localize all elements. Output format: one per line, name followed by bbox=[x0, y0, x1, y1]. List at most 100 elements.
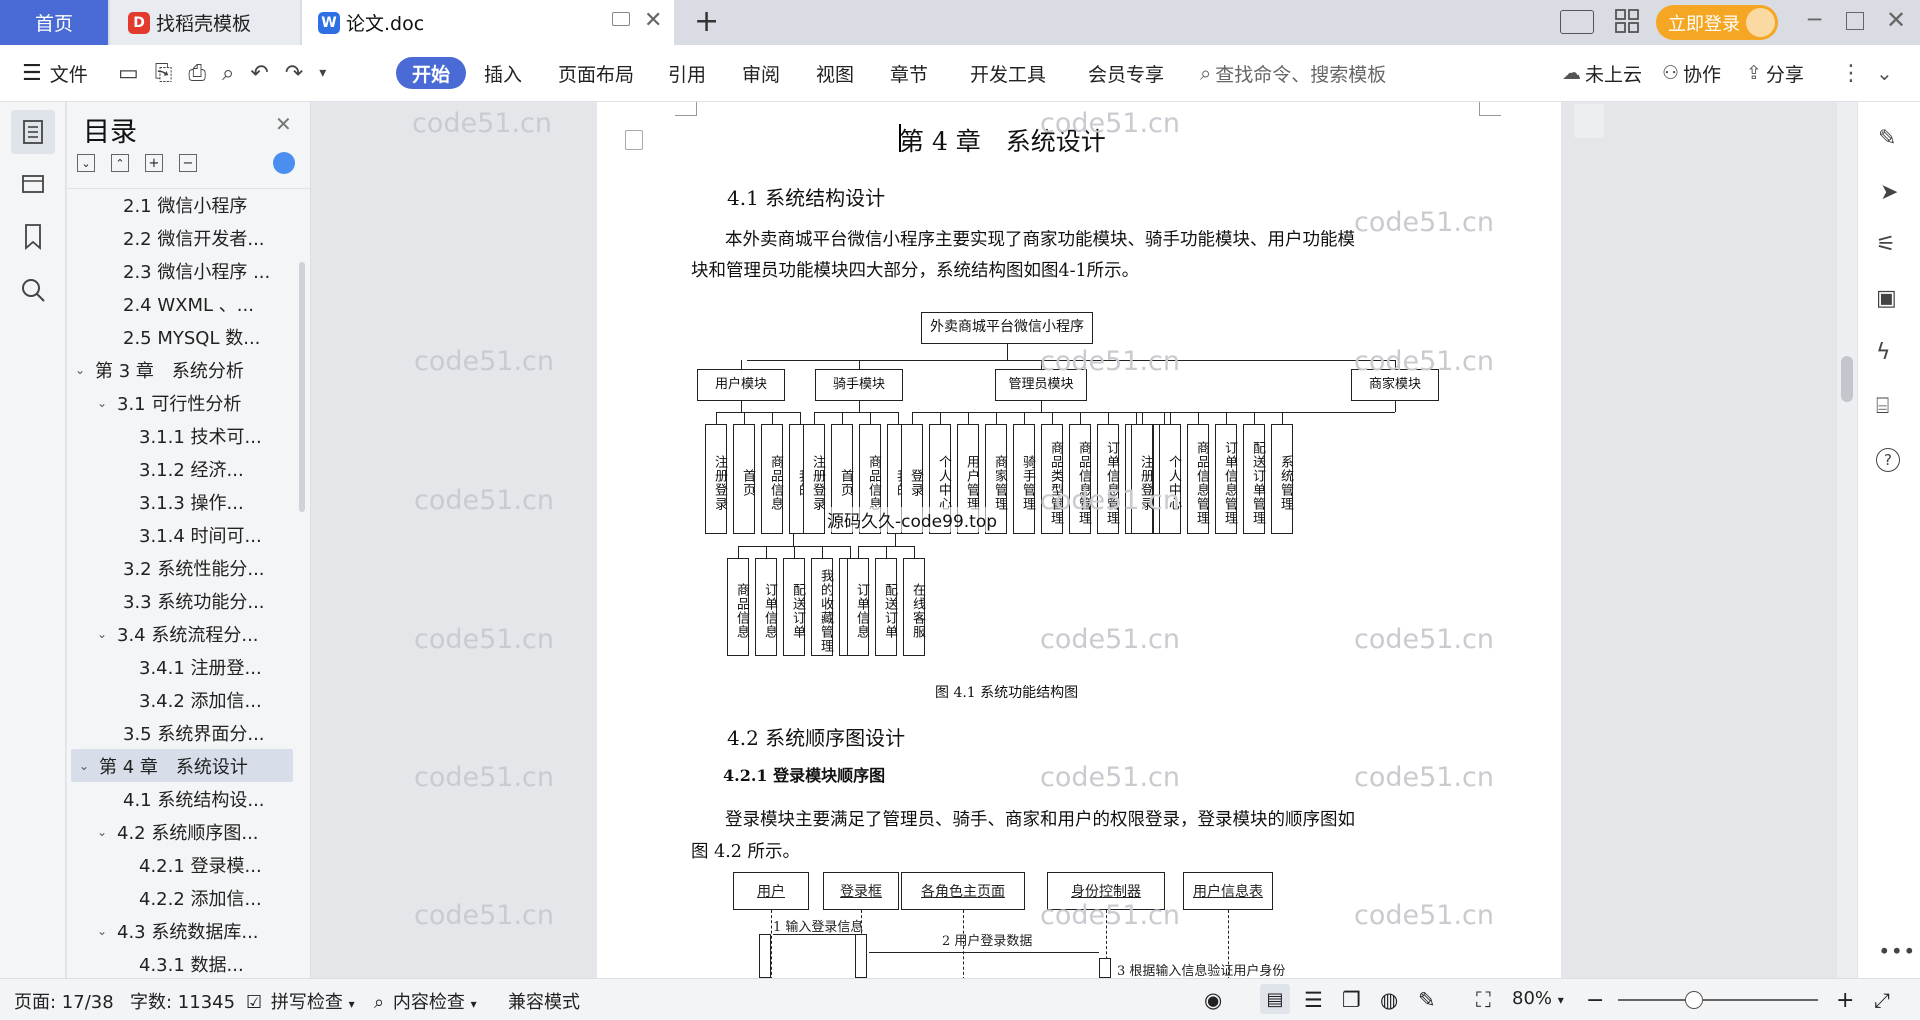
lightning-icon[interactable]: ϟ bbox=[1876, 340, 1891, 365]
page-view-icon[interactable]: ▤ bbox=[1260, 984, 1290, 1014]
tab-home[interactable]: 首页 bbox=[0, 0, 108, 45]
fullscreen-icon[interactable]: ⤢ bbox=[1874, 988, 1890, 1012]
tab-template[interactable]: D 找稻壳模板 bbox=[110, 0, 300, 45]
scrollbar-thumb[interactable] bbox=[1841, 356, 1853, 402]
outline-item[interactable]: 4.3.1 数据... bbox=[67, 947, 285, 978]
file-menu-button[interactable]: ☰ 文件 bbox=[22, 57, 88, 89]
outline-item[interactable]: 3.4.1 注册登... bbox=[67, 650, 285, 683]
spell-check-button[interactable]: ☑ 拼写检查 ▾ bbox=[246, 988, 355, 1014]
outline-item[interactable]: 3.1.3 操作... bbox=[67, 485, 285, 518]
help-icon[interactable]: ? bbox=[1876, 448, 1900, 472]
chapter-nav-icon[interactable] bbox=[17, 167, 49, 199]
zoom-in-icon[interactable]: + bbox=[1836, 988, 1854, 1013]
outline-item[interactable]: 4.1 系统结构设... bbox=[67, 782, 285, 815]
demote-icon[interactable]: − bbox=[179, 154, 197, 172]
collapse-all-icon[interactable]: ⌄ bbox=[77, 154, 95, 172]
chevron-down-icon[interactable]: ⌄ bbox=[97, 396, 111, 410]
outline-item[interactable]: 4.2.2 添加信... bbox=[67, 881, 285, 914]
tab-layout[interactable]: 页面布局 bbox=[558, 57, 634, 89]
collab-button[interactable]: ⚇ 协作 bbox=[1662, 57, 1721, 89]
outline-item[interactable]: 2.5 MYSQL 数... bbox=[67, 320, 285, 353]
page-indicator[interactable]: 页面: 17/38 bbox=[14, 988, 114, 1014]
vertical-scrollbar[interactable] bbox=[1837, 102, 1857, 978]
eye-protect-icon[interactable]: ◉ bbox=[1204, 988, 1222, 1012]
tab-insert[interactable]: 插入 bbox=[484, 57, 522, 89]
layout-icon[interactable] bbox=[1560, 10, 1594, 34]
cloud-status-button[interactable]: ☁ 未上云 bbox=[1562, 57, 1642, 89]
zoom-out-icon[interactable]: − bbox=[1586, 988, 1604, 1013]
more-options-icon[interactable]: ⋮ bbox=[1840, 57, 1862, 89]
tab-view[interactable]: 视图 bbox=[816, 57, 854, 89]
outline-item[interactable]: 4.2.1 登录模... bbox=[67, 848, 285, 881]
minimize-icon[interactable]: ─ bbox=[1808, 8, 1821, 33]
print-icon[interactable]: ⎙ bbox=[188, 61, 206, 86]
tab-review[interactable]: 审阅 bbox=[742, 57, 780, 89]
outline-item[interactable]: 3.5 系统界面分... bbox=[67, 716, 285, 749]
expand-up-icon[interactable]: ⌃ bbox=[111, 154, 129, 172]
outline-item[interactable]: 3.2 系统性能分... bbox=[67, 551, 285, 584]
word-count[interactable]: 字数: 11345 bbox=[130, 988, 235, 1014]
outline-item[interactable]: 3.1.2 经济... bbox=[67, 452, 285, 485]
save-icon[interactable]: ▭ bbox=[118, 61, 139, 86]
tab-reference[interactable]: 引用 bbox=[668, 57, 706, 89]
outline-item[interactable]: ⌄ 3.4 系统流程分... bbox=[67, 617, 285, 650]
outline-item[interactable]: 2.1 微信小程序 bbox=[67, 188, 285, 221]
print-preview-icon[interactable]: ⌕ bbox=[222, 61, 234, 86]
more-dropdown-icon[interactable]: ▾ bbox=[319, 65, 326, 81]
close-window-icon[interactable]: ✕ bbox=[1886, 6, 1906, 34]
share-button[interactable]: ⇪ 分享 bbox=[1746, 57, 1804, 89]
web-view-icon[interactable]: ◍ bbox=[1380, 988, 1398, 1012]
new-tab-button[interactable]: + bbox=[694, 4, 719, 39]
pointer-icon[interactable]: ➤ bbox=[1880, 180, 1898, 205]
tab-chapter[interactable]: 章节 bbox=[890, 57, 928, 89]
tab-devtools[interactable]: 开发工具 bbox=[970, 57, 1046, 89]
page-tools-icon[interactable] bbox=[1574, 104, 1604, 138]
bookmark-icon[interactable] bbox=[17, 220, 49, 252]
monitor-icon[interactable] bbox=[612, 12, 630, 26]
outline-item[interactable]: ⌄ 第 4 章 系统设计 bbox=[71, 749, 293, 782]
chevron-down-icon[interactable]: ⌄ bbox=[97, 825, 111, 839]
find-icon[interactable] bbox=[17, 274, 49, 306]
more-horizontal-icon[interactable]: ∙∙∙ bbox=[1878, 938, 1916, 962]
content-check-button[interactable]: ⌕ 内容检查 ▾ bbox=[374, 988, 477, 1014]
fit-page-icon[interactable]: ⛶ bbox=[1476, 988, 1491, 1013]
chevron-down-icon[interactable]: ⌄ bbox=[97, 924, 111, 938]
outline-item[interactable]: ⌄ 4.3 系统数据库... bbox=[67, 914, 285, 947]
outline-item[interactable]: ⌄ 第 3 章 系统分析 bbox=[67, 353, 285, 386]
undo-icon[interactable]: ↶ bbox=[250, 61, 268, 86]
outline-item[interactable]: 3.1.4 时间可... bbox=[67, 518, 285, 551]
close-outline-icon[interactable]: ✕ bbox=[275, 112, 292, 136]
collapse-ribbon-icon[interactable]: ⌄ bbox=[1876, 57, 1893, 89]
chevron-down-icon[interactable]: ⌄ bbox=[75, 363, 89, 377]
chevron-down-icon[interactable]: ⌄ bbox=[79, 759, 93, 773]
redo-icon[interactable]: ↷ bbox=[285, 61, 303, 86]
assistant-icon[interactable] bbox=[273, 152, 295, 174]
outline-panel-button[interactable] bbox=[11, 110, 55, 154]
promote-icon[interactable]: + bbox=[145, 154, 163, 172]
zoom-level[interactable]: 80% ▾ bbox=[1512, 988, 1564, 1009]
grid-apps-icon[interactable] bbox=[1615, 9, 1639, 33]
zoom-slider-track[interactable] bbox=[1618, 999, 1818, 1001]
outline-item[interactable]: 2.4 WXML 、... bbox=[67, 287, 285, 320]
book-search-icon[interactable]: ⌸ bbox=[1876, 394, 1889, 419]
outline-item[interactable]: ⌄ 4.2 系统顺序图... bbox=[67, 815, 285, 848]
pen-icon[interactable]: ✎ bbox=[1878, 126, 1896, 151]
restore-icon[interactable] bbox=[1846, 12, 1864, 30]
outline-scrollbar[interactable] bbox=[299, 262, 305, 512]
write-view-icon[interactable]: ✎ bbox=[1418, 988, 1436, 1012]
slider-settings-icon[interactable]: ⚟ bbox=[1876, 232, 1896, 257]
image-tool-icon[interactable]: ▣ bbox=[1876, 286, 1897, 311]
outline-item[interactable]: 2.3 微信小程序 ... bbox=[67, 254, 285, 287]
outline-item[interactable]: ⌄ 3.1 可行性分析 bbox=[67, 386, 285, 419]
outline-item[interactable]: 2.2 微信开发者... bbox=[67, 221, 285, 254]
read-view-icon[interactable]: ❐ bbox=[1342, 988, 1361, 1012]
outline-item[interactable]: 3.3 系统功能分... bbox=[67, 584, 285, 617]
chevron-down-icon[interactable]: ⌄ bbox=[97, 627, 111, 641]
tab-start[interactable]: 开始 bbox=[396, 57, 467, 89]
zoom-slider-handle[interactable] bbox=[1685, 991, 1703, 1009]
outline-view-icon[interactable]: ☰ bbox=[1304, 988, 1323, 1012]
login-button[interactable]: 立即登录 bbox=[1656, 5, 1778, 40]
outline-item[interactable]: 3.4.2 添加信... bbox=[67, 683, 285, 716]
close-tab-icon[interactable]: ✕ bbox=[644, 8, 662, 33]
tab-vip[interactable]: 会员专享 bbox=[1088, 57, 1164, 89]
